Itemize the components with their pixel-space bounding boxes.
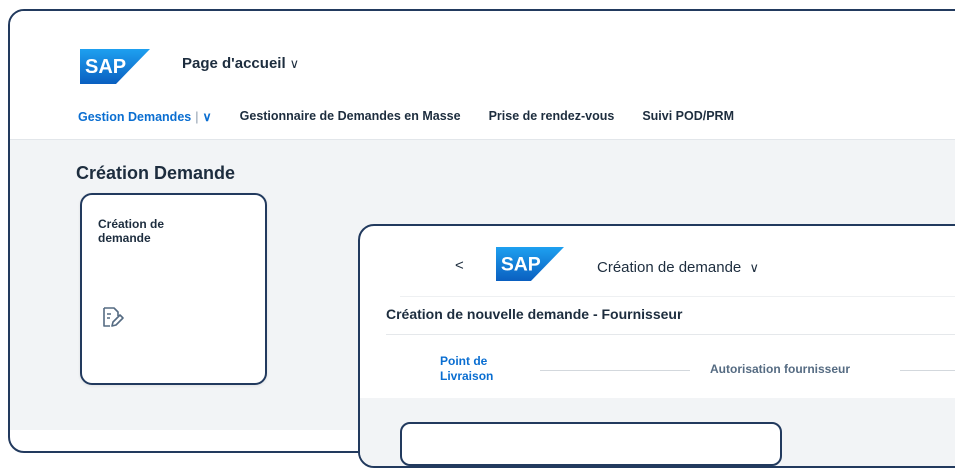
tab-label: Gestion Demandes: [78, 110, 192, 124]
shell-bar: SAP Page d'accueil ∨ Gestion Demandes | ∨ G…: [10, 11, 955, 139]
chevron-down-icon: ∨: [289, 56, 300, 71]
form-divider: [386, 334, 955, 335]
creation-demande-tile[interactable]: Création de demande: [80, 193, 267, 385]
tab-suivi-pod-prm[interactable]: Suivi POD/PRM: [642, 109, 734, 124]
sap-logo-text: SAP: [85, 56, 126, 78]
step-point-de-livraison[interactable]: Point de Livraison: [440, 354, 520, 384]
sap-logo[interactable]: SAP: [80, 49, 150, 84]
tab-gestionnaire-masse[interactable]: Gestionnaire de Demandes en Masse: [240, 109, 461, 124]
nav-tabs: Gestion Demandes | ∨ Gestionnaire de Deman…: [78, 109, 762, 124]
chevron-down-icon: ∨: [749, 260, 759, 275]
form-title: Création de nouvelle demande - Fournisse…: [386, 306, 683, 322]
page-title: Création Demande: [76, 163, 236, 183]
app-title-menu[interactable]: Création de demande ∨: [597, 259, 759, 276]
tab-gestion-demandes[interactable]: Gestion Demandes | ∨: [78, 109, 212, 124]
sap-logo-text: SAP: [501, 253, 541, 275]
tab-separator: |: [195, 110, 199, 124]
chevron-down-icon[interactable]: ∨: [202, 110, 211, 124]
header-divider: [400, 296, 955, 297]
sap-logo[interactable]: SAP: [496, 247, 564, 281]
step-connector: [540, 370, 690, 371]
home-title-label: Page d'accueil: [182, 55, 286, 72]
home-title[interactable]: Page d'accueil ∨: [182, 55, 299, 72]
inner-window: < SAP Création de demande ∨ Création de …: [358, 224, 955, 468]
step-connector: [900, 370, 955, 371]
edit-document-icon: [103, 307, 124, 327]
tile-title: Création de demande: [98, 217, 165, 245]
step-autorisation-fournisseur[interactable]: Autorisation fournisseur: [710, 362, 850, 376]
app-title: Création de demande: [597, 259, 742, 276]
tab-prise-rendez-vous[interactable]: Prise de rendez-vous: [489, 109, 615, 124]
back-button[interactable]: <: [455, 257, 464, 274]
form-panel[interactable]: [400, 422, 782, 466]
